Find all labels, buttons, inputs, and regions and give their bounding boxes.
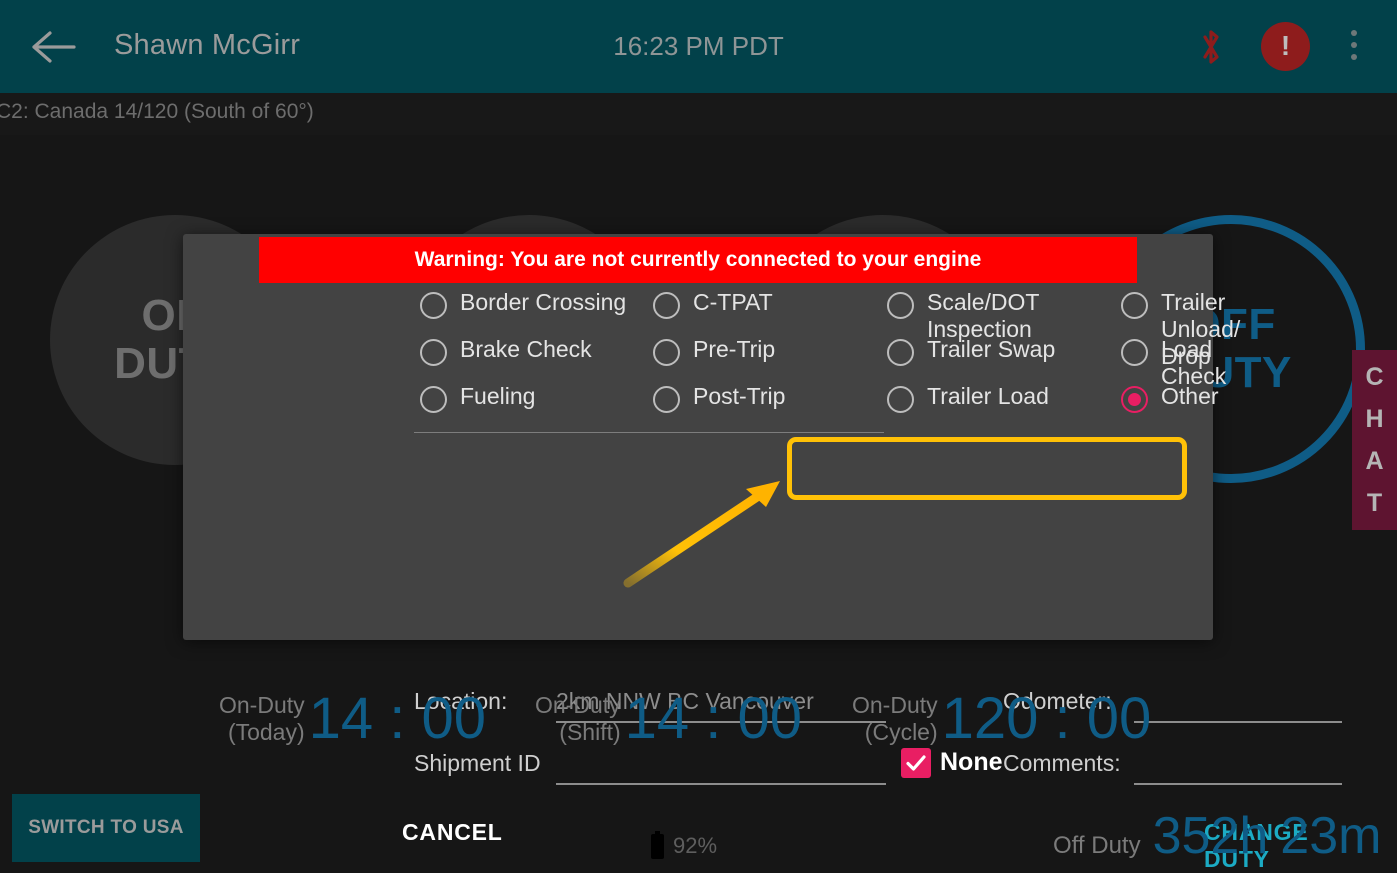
radio-option-fueling[interactable]: Fueling (420, 383, 535, 413)
duty-timer-caption: On-Duty (Today) (219, 692, 305, 745)
radio-option-pre-trip[interactable]: Pre-Trip (653, 336, 775, 366)
duty-timer-0: On-Duty (Today) 14 : 00 (219, 690, 486, 748)
radio-option-label: Border Crossing (460, 289, 627, 315)
off-duty-hours: 352h (1152, 807, 1269, 865)
chat-tab-letter: C (1365, 363, 1384, 391)
comments-label: Comments: (1003, 750, 1121, 776)
off-duty-label: Off Duty (1053, 832, 1141, 859)
duty-reason-radio-group: Border Crossing Brake Check Fueling C-TPAT P… (183, 289, 1240, 419)
none-checkbox[interactable] (901, 748, 931, 778)
radio-option-label: Other (1161, 383, 1219, 409)
none-label: None (940, 748, 1003, 776)
battery-percent: 92% (673, 833, 718, 858)
radio-option-scale-dot-inspection[interactable]: Scale/DOT Inspection (887, 289, 1039, 343)
radio-option-label: C-TPAT (693, 289, 773, 315)
off-duty-minutes: 23m (1280, 807, 1382, 865)
engine-connection-warning: Warning: You are not currently connected… (259, 237, 1137, 283)
change-duty-dialog: Warning: You are not currently connected… (183, 234, 1342, 872)
radio-option-label: Brake Check (460, 336, 592, 362)
radio-dot-icon (1128, 392, 1141, 406)
radio-option-label: Scale/DOT Inspection (927, 289, 1040, 342)
radio-option-label: Pre-Trip (693, 336, 776, 362)
radio-option-border-crossing[interactable]: Border Crossing (420, 289, 626, 319)
alert-badge-icon[interactable]: ! (1261, 22, 1310, 71)
radio-ring-icon (887, 292, 914, 319)
switch-to-usa-button[interactable]: SWITCH TO USA (12, 794, 200, 862)
radio-option-other[interactable]: Other (1121, 383, 1219, 413)
alert-exclamation-glyph: ! (1280, 30, 1291, 61)
comments-underline (1134, 783, 1342, 785)
radio-ring-icon (420, 339, 447, 366)
radio-option-load-check[interactable]: Load Check (1121, 336, 1226, 390)
duty-timer-caption: On-Duty (Cycle) (852, 692, 938, 745)
form-divider (414, 432, 884, 433)
duty-timer-1: On-Duty (Shift) 14 : 00 (535, 690, 802, 748)
menu-dot (1351, 30, 1357, 36)
menu-dot (1351, 42, 1357, 48)
ruleset-bar: C2: Canada 14/120 (South of 60°) (0, 93, 1397, 135)
chat-tab-letter: T (1366, 489, 1383, 517)
radio-ring-icon (887, 339, 914, 366)
radio-option-label: Trailer Swap (927, 336, 1056, 362)
radio-option-trailer-load[interactable]: Trailer Load (887, 383, 1049, 413)
overflow-menu-icon[interactable] (1345, 30, 1363, 66)
bluetooth-disconnected-icon[interactable] (1196, 26, 1226, 68)
duty-timer-caption: On-Duty (Shift) (535, 692, 621, 745)
radio-option-label: Trailer Load (927, 383, 1049, 409)
switch-to-usa-label: SWITCH TO USA (28, 817, 184, 838)
shipment-id-label: Shipment ID (414, 750, 541, 776)
radio-option-c-tpat[interactable]: C-TPAT (653, 289, 773, 319)
chat-side-tab[interactable]: CHAT (1352, 350, 1397, 530)
eld-app-screen: ON DUTY OFF DUTY CHAT Shawn McGirr 16:23 … (0, 0, 1397, 873)
radio-ring-icon (887, 386, 914, 413)
radio-ring-icon (1121, 386, 1148, 413)
chat-tab-letter: H (1365, 405, 1384, 433)
duty-timer-value: 120 : 00 (941, 686, 1152, 751)
radio-ring-icon (653, 386, 680, 413)
radio-option-trailer-swap[interactable]: Trailer Swap (887, 336, 1055, 366)
shipment-id-underline (556, 783, 886, 785)
duty-timer-value: 14 : 00 (624, 686, 803, 751)
duty-timer-value: 14 : 00 (308, 686, 487, 751)
radio-option-label: Post-Trip (693, 383, 786, 409)
cancel-button[interactable]: CANCEL (402, 819, 503, 846)
off-duty-remaining: Off Duty 352h 23m (1053, 810, 1381, 862)
ruleset-label: C2: Canada 14/120 (South of 60°) (0, 100, 314, 123)
chat-tab-letter: A (1365, 447, 1384, 475)
battery-indicator: 92% (651, 830, 718, 859)
app-bar: Shawn McGirr 16:23 PM PDT ! (0, 0, 1397, 93)
radio-ring-icon (1121, 292, 1148, 319)
battery-icon (651, 830, 664, 859)
radio-ring-icon (420, 292, 447, 319)
radio-ring-icon (653, 292, 680, 319)
duty-timer-2: On-Duty (Cycle) 120 : 00 (852, 690, 1151, 748)
radio-ring-icon (420, 386, 447, 413)
radio-option-brake-check[interactable]: Brake Check (420, 336, 592, 366)
radio-option-post-trip[interactable]: Post-Trip (653, 383, 785, 413)
radio-ring-icon (1121, 339, 1148, 366)
odometer-underline (1134, 721, 1342, 723)
radio-option-label: Load Check (1161, 336, 1227, 389)
radio-option-label: Fueling (460, 383, 536, 409)
current-time: 16:23 PM PDT (613, 31, 784, 61)
radio-ring-icon (653, 339, 680, 366)
warning-text: Warning: You are not currently connected… (414, 248, 982, 271)
menu-dot (1351, 54, 1357, 60)
